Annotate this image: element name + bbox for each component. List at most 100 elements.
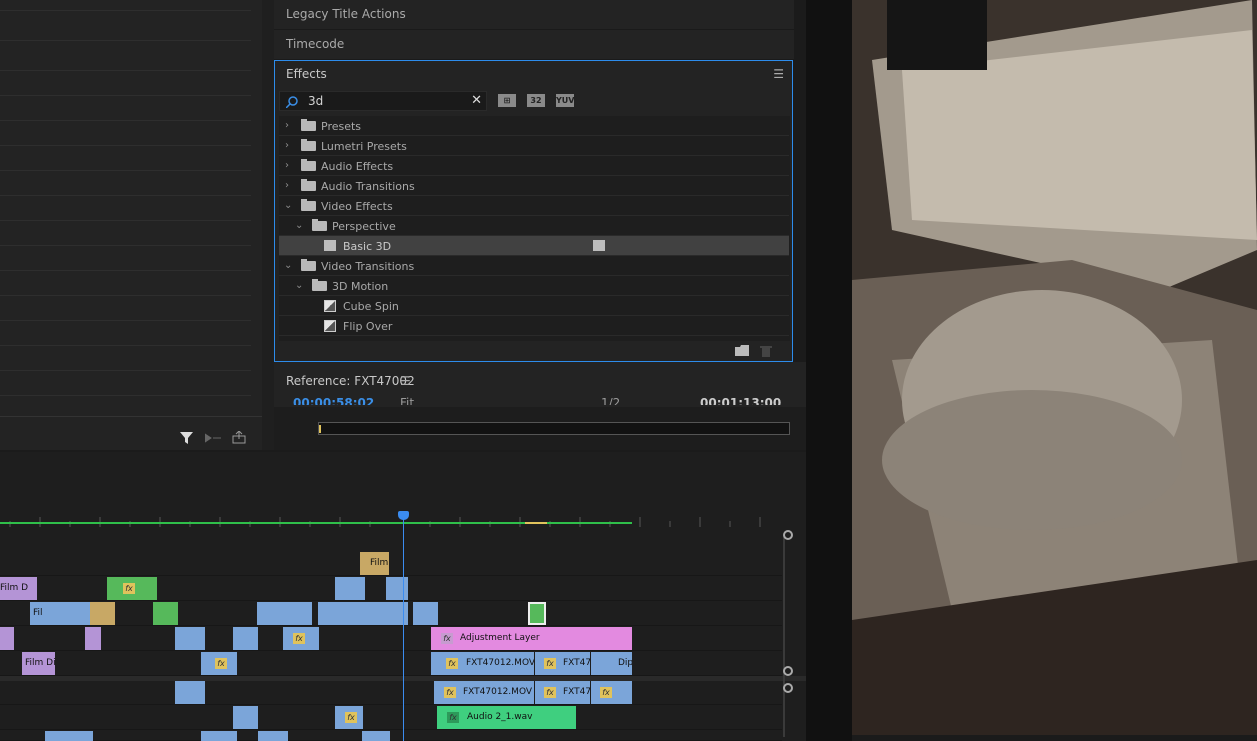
clip[interactable] bbox=[386, 577, 408, 600]
folder-icon bbox=[312, 279, 327, 291]
search-input[interactable]: 3d ✕ bbox=[279, 91, 487, 111]
tree-item-flip-over[interactable]: Flip Over bbox=[279, 316, 789, 336]
tree-item-lumetri-presets[interactable]: › Lumetri Presets bbox=[279, 136, 789, 156]
clip[interactable] bbox=[318, 602, 408, 625]
fit-dropdown[interactable]: Fit bbox=[400, 396, 414, 405]
tree-item-video-transitions[interactable]: ⌄ Video Transitions bbox=[279, 256, 789, 276]
tree-item-3d-motion[interactable]: ⌄ 3D Motion bbox=[279, 276, 789, 296]
tree-item-label: Video Effects bbox=[321, 200, 393, 213]
chevron-down-icon[interactable]: ⌄ bbox=[295, 280, 303, 291]
track-v2[interactable]: Fil bbox=[0, 602, 782, 626]
list-divider bbox=[0, 320, 251, 321]
chevron-down-icon[interactable]: ⌄ bbox=[284, 260, 292, 271]
list-divider bbox=[0, 370, 251, 371]
adjustment-layer-clip[interactable]: fx Adjustment Layer bbox=[431, 627, 632, 650]
clip[interactable] bbox=[413, 602, 438, 625]
track-a3[interactable] bbox=[0, 731, 782, 741]
clip[interactable]: Fil bbox=[30, 602, 90, 625]
panel-gutter bbox=[262, 0, 274, 450]
chevron-right-icon[interactable]: › bbox=[285, 180, 289, 191]
clip[interactable]: fx FXT47012.MOV bbox=[431, 652, 534, 675]
tree-item-cube-spin[interactable]: Cube Spin bbox=[279, 296, 789, 316]
tree-item-basic-3d[interactable]: Basic 3D bbox=[279, 236, 789, 256]
track-v0[interactable]: Film Di fx fx FXT47012.MOV fx FXT47 Dip bbox=[0, 652, 782, 676]
tree-item-audio-effects[interactable]: › Audio Effects bbox=[279, 156, 789, 176]
program-monitor-frame bbox=[852, 0, 1257, 735]
chevron-down-icon[interactable]: ⌄ bbox=[284, 200, 292, 211]
preset-folder-icon bbox=[301, 139, 316, 151]
clip[interactable]: fx FXT47012.MOV [ bbox=[434, 681, 534, 704]
playhead-handle[interactable] bbox=[398, 511, 409, 520]
vertical-scrollbar[interactable] bbox=[783, 537, 785, 737]
clip[interactable]: Film Di bbox=[22, 652, 55, 675]
clip[interactable] bbox=[85, 627, 101, 650]
tree-item-label: Cube Spin bbox=[343, 300, 399, 313]
clip[interactable]: Film D bbox=[0, 577, 37, 600]
scroll-handle[interactable] bbox=[783, 683, 793, 693]
chevron-right-icon[interactable]: › bbox=[285, 120, 289, 131]
clip[interactable] bbox=[201, 731, 237, 741]
timeline-ruler[interactable] bbox=[0, 507, 782, 529]
clip[interactable] bbox=[233, 706, 258, 729]
hamburger-icon[interactable]: ☰ bbox=[773, 67, 784, 81]
clip[interactable] bbox=[153, 602, 178, 625]
yuv-filter-button[interactable]: YUV bbox=[556, 94, 574, 107]
list-divider bbox=[0, 295, 251, 296]
accelerated-effects-filter-icon[interactable]: ⊞ bbox=[498, 94, 516, 107]
scroll-handle[interactable] bbox=[783, 530, 793, 540]
clip[interactable] bbox=[257, 602, 312, 625]
transition-icon bbox=[324, 320, 336, 332]
trash-icon[interactable] bbox=[760, 345, 772, 357]
scrub-bar[interactable] bbox=[318, 422, 790, 435]
track-v1[interactable]: fx fx Adjustment Layer bbox=[0, 627, 782, 651]
clip[interactable]: fx FXT47 bbox=[535, 652, 590, 675]
clip[interactable] bbox=[45, 731, 93, 741]
reference-monitor-title[interactable]: Reference: FXT47002 bbox=[286, 374, 415, 388]
timecode-left[interactable]: 00:00:58:02 bbox=[293, 396, 374, 405]
clip[interactable] bbox=[175, 681, 205, 704]
panel-tab-timecode[interactable]: Timecode bbox=[274, 30, 794, 60]
clip[interactable] bbox=[258, 731, 288, 741]
clip[interactable] bbox=[362, 731, 390, 741]
clip[interactable] bbox=[0, 627, 14, 650]
scroll-handle[interactable] bbox=[783, 666, 793, 676]
tree-item-audio-transitions[interactable]: › Audio Transitions bbox=[279, 176, 789, 196]
clip[interactable] bbox=[233, 627, 258, 650]
track-a2[interactable]: fx fx Audio 2_1.wav bbox=[0, 706, 782, 730]
clip[interactable] bbox=[528, 602, 546, 625]
clip[interactable] bbox=[175, 627, 205, 650]
track-v3[interactable]: Film D fx bbox=[0, 577, 782, 601]
clip[interactable]: fx bbox=[591, 681, 632, 704]
track-v4[interactable]: Film bbox=[0, 552, 782, 576]
insert-icon[interactable] bbox=[232, 431, 246, 444]
clip[interactable]: fx bbox=[201, 652, 237, 675]
clip[interactable] bbox=[335, 577, 365, 600]
32-bit-filter-button[interactable]: 32 bbox=[527, 94, 545, 107]
folder-icon bbox=[301, 159, 316, 171]
list-divider bbox=[0, 195, 251, 196]
timeline-panel: Film Film D fx Fil fx fx Adjustment Laye… bbox=[0, 452, 806, 741]
panel-tab-legacy-title-actions[interactable]: Legacy Title Actions bbox=[274, 0, 794, 30]
clip[interactable]: fx FXT47 bbox=[535, 681, 590, 704]
tree-item-presets[interactable]: › Presets bbox=[279, 116, 789, 136]
clear-search-icon[interactable]: ✕ bbox=[471, 93, 482, 108]
clip[interactable]: fx bbox=[283, 627, 319, 650]
chevron-right-icon[interactable]: › bbox=[285, 140, 289, 151]
automate-icon[interactable] bbox=[205, 432, 221, 444]
filter-icon[interactable] bbox=[180, 432, 194, 446]
chevron-down-icon[interactable]: ⌄ bbox=[295, 220, 303, 231]
track-a1[interactable]: fx FXT47012.MOV [ fx FXT47 fx bbox=[0, 681, 782, 705]
clip[interactable]: fx bbox=[107, 577, 157, 600]
clip[interactable]: Film bbox=[360, 552, 389, 575]
clip[interactable]: Dip bbox=[591, 652, 632, 675]
tree-item-perspective[interactable]: ⌄ Perspective bbox=[279, 216, 789, 236]
playhead-line[interactable] bbox=[403, 514, 404, 741]
clip[interactable] bbox=[90, 602, 115, 625]
new-bin-icon[interactable] bbox=[735, 345, 750, 356]
chevron-right-icon[interactable]: › bbox=[285, 160, 289, 171]
resolution-dropdown[interactable]: 1/2 bbox=[601, 396, 620, 405]
audio-clip[interactable]: fx Audio 2_1.wav bbox=[437, 706, 576, 729]
tree-item-video-effects[interactable]: ⌄ Video Effects bbox=[279, 196, 789, 216]
hamburger-icon[interactable]: ☰ bbox=[400, 374, 411, 388]
clip[interactable]: fx bbox=[335, 706, 363, 729]
